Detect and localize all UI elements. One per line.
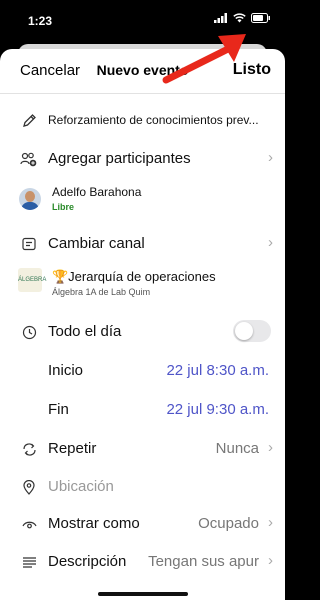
home-indicator [98, 592, 188, 596]
description-row[interactable]: Descripción Tengan sus apur › [0, 543, 285, 581]
avatar [19, 188, 41, 210]
nav-divider [0, 93, 285, 94]
attendee-status: Libre [52, 202, 75, 212]
description-lines-icon [20, 543, 38, 581]
eye-icon [20, 505, 38, 543]
start-row[interactable]: Inicio 22 jul 8:30 a.m. [0, 352, 285, 390]
description-label: Descripción [48, 553, 127, 570]
repeat-value: Nunca [215, 440, 259, 457]
end-label: Fin [48, 401, 69, 418]
red-arrow-annotation-icon [162, 34, 246, 84]
channel-name: 🏆Jerarquía de operaciones [52, 269, 216, 284]
attendee-row[interactable]: Adelfo Barahona Libre [0, 179, 285, 219]
selected-channel-row: ÁLGEBRA 🏆Jerarquía de operaciones Álgebr… [0, 263, 285, 303]
location-row[interactable]: Ubicación [0, 468, 285, 506]
status-time: 1:23 [28, 14, 53, 28]
location-pin-icon [20, 468, 38, 506]
repeat-label: Repetir [48, 440, 97, 457]
add-participants-label: Agregar participantes [48, 150, 191, 167]
new-event-sheet: Cancelar Nuevo evento Listo Reforzamient… [0, 49, 285, 600]
location-input[interactable]: Ubicación [48, 478, 114, 495]
attendee-name: Adelfo Barahona [52, 185, 142, 199]
battery-icon [251, 13, 270, 23]
change-channel-row[interactable]: Cambiar canal › [0, 225, 285, 263]
chevron-right-icon: › [268, 514, 273, 531]
start-label: Inicio [48, 362, 84, 379]
title-field-row[interactable]: Reforzamiento de conocimientos prev... [0, 101, 285, 139]
all-day-row: Todo el día [0, 313, 285, 351]
repeat-icon [20, 430, 38, 468]
signal-icon [214, 13, 227, 23]
chevron-right-icon: › [268, 439, 273, 456]
show-as-value: Ocupado [198, 515, 259, 532]
change-channel-label: Cambiar canal [48, 235, 145, 252]
pencil-icon [20, 101, 38, 139]
end-value[interactable]: 22 jul 9:30 a.m. [166, 401, 269, 418]
add-people-icon [20, 140, 38, 178]
channel-icon [20, 225, 38, 263]
clock-icon [20, 313, 38, 351]
repeat-row[interactable]: Repetir Nunca › [0, 430, 285, 468]
description-value: Tengan sus apur [148, 553, 259, 570]
title-field[interactable]: Reforzamiento de conocimientos prev... [48, 113, 259, 127]
chevron-right-icon: › [268, 234, 273, 251]
wifi-icon [233, 13, 246, 23]
team-name: Álgebra 1A de Lab Quim [52, 287, 151, 297]
add-participants-row[interactable]: Agregar participantes › [0, 140, 285, 178]
all-day-toggle[interactable] [233, 320, 271, 342]
show-as-row[interactable]: Mostrar como Ocupado › [0, 505, 285, 543]
chevron-right-icon: › [268, 552, 273, 569]
end-row[interactable]: Fin 22 jul 9:30 a.m. [0, 391, 285, 429]
team-logo: ÁLGEBRA [18, 268, 46, 292]
show-as-label: Mostrar como [48, 515, 140, 532]
chevron-right-icon: › [268, 149, 273, 166]
status-icons [214, 13, 271, 23]
all-day-label: Todo el día [48, 323, 122, 340]
start-value[interactable]: 22 jul 8:30 a.m. [166, 362, 269, 379]
